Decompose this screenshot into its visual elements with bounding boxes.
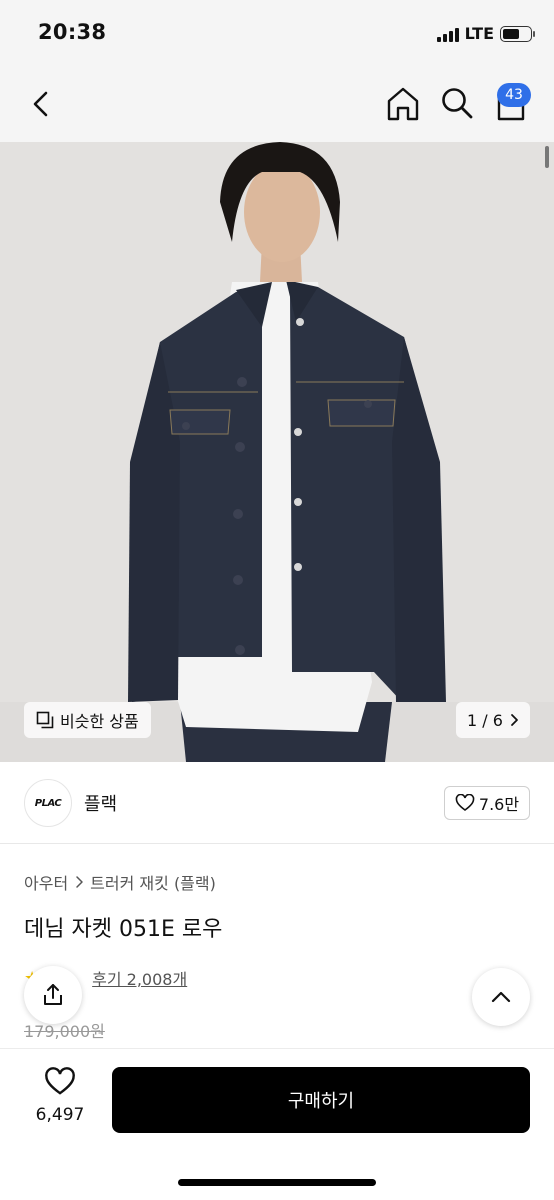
bottom-action-bar: 6,497 구매하기 [0, 1048, 554, 1200]
cart-count-badge: 43 [497, 83, 531, 107]
back-chevron-icon[interactable] [24, 86, 60, 122]
buy-button[interactable]: 구매하기 [112, 1067, 530, 1133]
brand-logo[interactable]: PLAC [24, 779, 72, 827]
status-indicators: LTE [436, 24, 535, 43]
search-icon[interactable] [438, 84, 476, 122]
brand-row: PLAC 플랙 7.6만 [0, 762, 554, 844]
model-photo [0, 142, 554, 762]
breadcrumb-category[interactable]: 아우터 [24, 870, 68, 894]
chevron-right-icon [511, 714, 518, 726]
brand-logo-text: PLAC [34, 797, 62, 809]
chevron-right-icon [76, 876, 83, 888]
similar-products-button[interactable]: 비슷한 상품 [24, 702, 151, 738]
heart-icon [45, 1067, 75, 1095]
chevron-up-icon [491, 991, 511, 1003]
scroll-to-top-button[interactable] [472, 968, 530, 1026]
status-time: 20:38 [38, 20, 107, 44]
page-scrollbar[interactable] [545, 146, 549, 168]
cellular-signal-icon [436, 26, 459, 42]
heart-icon [455, 794, 475, 811]
network-label: LTE [464, 24, 494, 43]
battery-icon [500, 25, 535, 42]
wishlist-count: 6,497 [35, 1105, 85, 1125]
brand-like-count: 7.6만 [478, 795, 520, 814]
home-indicator [178, 1179, 376, 1186]
brand-name[interactable]: 플랙 [84, 790, 117, 816]
share-icon [44, 984, 62, 1005]
image-pager-label: 1 / 6 [467, 710, 503, 730]
home-icon[interactable] [384, 84, 422, 124]
wishlist-button[interactable]: 6,497 [24, 1067, 96, 1125]
similar-products-label: 비슷한 상품 [60, 712, 139, 731]
review-count-link[interactable]: 후기 2,008개 [92, 966, 187, 990]
product-title: 데님 자켓 051E 로우 [24, 917, 223, 942]
share-button[interactable] [24, 966, 82, 1024]
top-nav-bar [0, 66, 554, 142]
product-image[interactable] [0, 142, 554, 762]
layers-icon [36, 711, 54, 729]
brand-like-button[interactable]: 7.6만 [444, 786, 530, 820]
status-bar: 20:38 LTE [0, 0, 554, 66]
image-pager[interactable]: 1 / 6 [456, 702, 530, 738]
breadcrumb-subcategory[interactable]: 트러커 재킷 (플랙) [90, 870, 216, 894]
breadcrumb: 아우터 트러커 재킷 (플랙) [24, 870, 216, 894]
